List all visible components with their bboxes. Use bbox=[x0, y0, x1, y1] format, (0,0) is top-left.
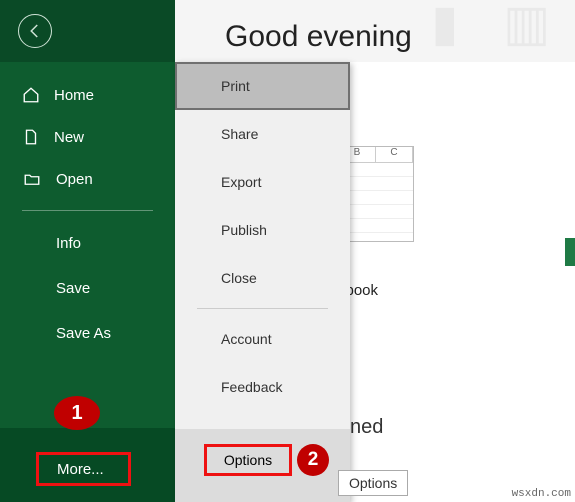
more-area: More... bbox=[0, 428, 175, 502]
file-icon bbox=[22, 128, 40, 146]
accent-tab bbox=[565, 238, 575, 266]
fly-account[interactable]: Account bbox=[175, 315, 350, 363]
nav-primary: Home New Open Info Save Save As bbox=[0, 62, 175, 356]
nav-save[interactable]: Save bbox=[0, 266, 175, 311]
separator bbox=[22, 210, 153, 211]
fly-close[interactable]: Close bbox=[175, 254, 350, 302]
fly-feedback[interactable]: Feedback bbox=[175, 363, 350, 411]
fly-print[interactable]: Print bbox=[175, 62, 350, 110]
nav-save-as[interactable]: Save As bbox=[0, 311, 175, 356]
options-tooltip: Options bbox=[338, 470, 408, 496]
more-flyout: Print Share Export Publish Close Account… bbox=[175, 62, 350, 502]
separator bbox=[197, 308, 328, 309]
fly-share[interactable]: Share bbox=[175, 110, 350, 158]
nav-label: New bbox=[54, 129, 84, 146]
callout-badge-1: 1 bbox=[54, 396, 100, 430]
sidebar-topbar bbox=[0, 0, 175, 62]
back-button[interactable] bbox=[18, 14, 52, 48]
nav-label: Home bbox=[54, 87, 94, 104]
section-heading-partial: ned bbox=[350, 416, 383, 439]
home-icon bbox=[22, 86, 40, 104]
callout-badge-2: 2 bbox=[297, 444, 329, 476]
col-header: C bbox=[376, 147, 413, 163]
template-ghost-icon: ▥ bbox=[503, 0, 550, 52]
nav-info[interactable]: Info bbox=[0, 221, 175, 266]
template-ghost-icon: ▮ bbox=[431, 0, 459, 52]
nav-new[interactable]: New bbox=[0, 116, 175, 158]
watermark: wsxdn.com bbox=[512, 488, 571, 500]
folder-open-icon bbox=[22, 170, 42, 188]
fly-options[interactable]: Options bbox=[204, 444, 292, 476]
nav-open[interactable]: Open bbox=[0, 158, 175, 200]
fly-publish[interactable]: Publish bbox=[175, 206, 350, 254]
nav-label: Open bbox=[56, 171, 93, 188]
nav-more[interactable]: More... bbox=[36, 452, 131, 486]
fly-export[interactable]: Export bbox=[175, 158, 350, 206]
page-title: Good evening bbox=[225, 20, 412, 54]
nav-home[interactable]: Home bbox=[0, 74, 175, 116]
